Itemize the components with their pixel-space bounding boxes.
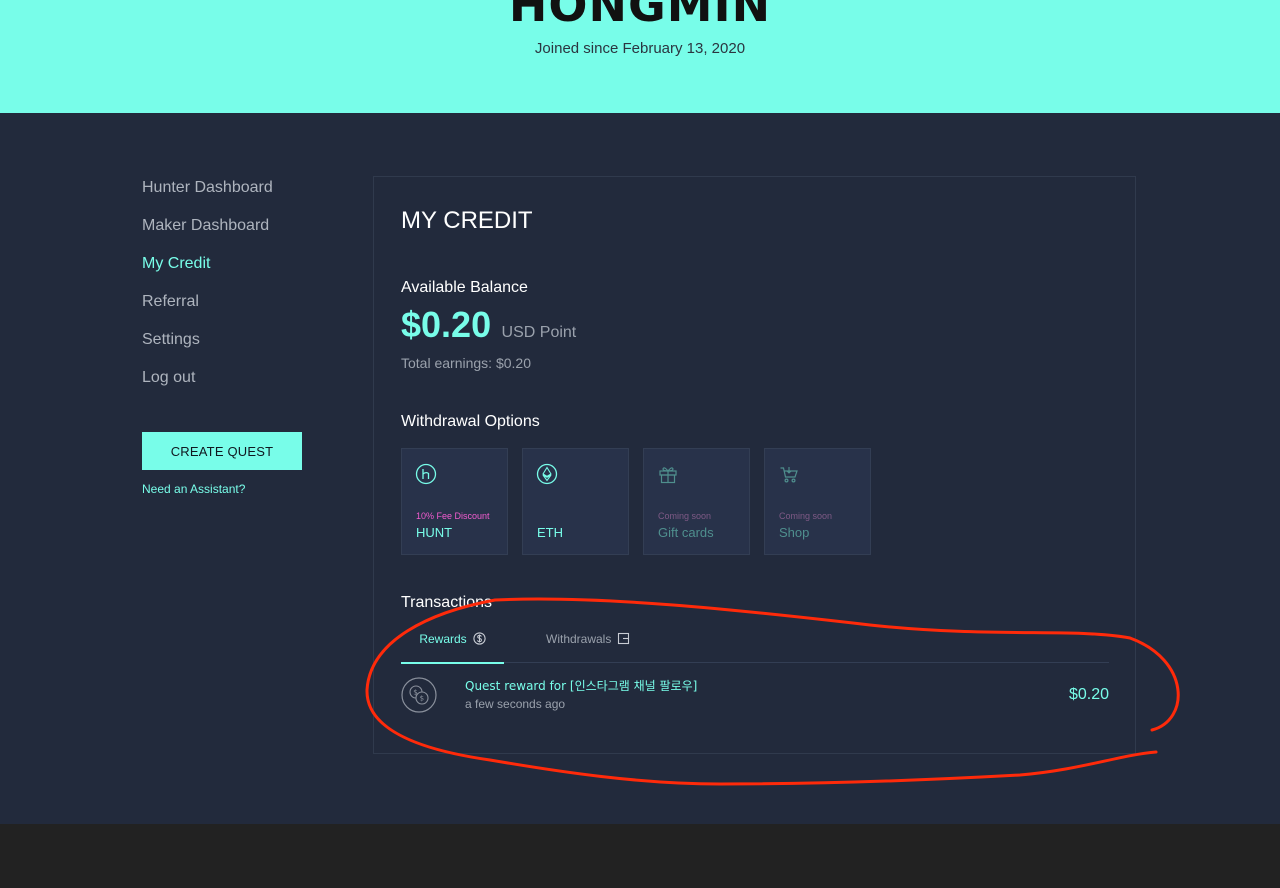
transaction-time: a few seconds ago — [465, 697, 566, 711]
create-quest-button[interactable]: CREATE QUEST — [142, 432, 302, 470]
withdrawal-options-label: Withdrawal Options — [401, 413, 540, 430]
need-assistant-link[interactable]: Need an Assistant? — [142, 482, 245, 496]
gift-cards-option-name: Gift cards — [658, 525, 714, 540]
transactions-label: Transactions — [401, 594, 492, 611]
footer — [0, 824, 1280, 888]
withdraw-option-hunt[interactable]: 10% Fee Discount HUNT — [401, 448, 508, 555]
svg-text:$: $ — [420, 695, 424, 703]
cart-icon — [780, 467, 798, 483]
transaction-tabs: Rewards Withdrawals — [401, 632, 1109, 664]
dollar-icon — [473, 632, 486, 645]
joined-date: Joined since February 13, 2020 — [534, 40, 746, 57]
available-balance-label: Available Balance — [401, 279, 528, 296]
sidebar-item-logout[interactable]: Log out — [142, 368, 273, 406]
sidebar-item-settings[interactable]: Settings — [142, 330, 273, 368]
balance-value: $0.20 — [401, 304, 492, 345]
transaction-title: Quest reward for [인스타그램 채널 팔로우] — [465, 679, 698, 693]
credit-card: MY CREDIT Available Balance $0.20 USD Po… — [373, 176, 1136, 754]
tab-rewards-label: Rewards — [419, 632, 467, 646]
balance-row: $0.20 USD Point — [401, 304, 576, 346]
tab-rewards[interactable]: Rewards — [401, 632, 504, 664]
sidebar-item-referral[interactable]: Referral — [142, 292, 273, 330]
shop-coming-soon: Coming soon — [779, 511, 833, 521]
sidebar-item-maker-dashboard[interactable]: Maker Dashboard — [142, 216, 273, 254]
page-title: MY CREDIT — [401, 207, 533, 234]
sidebar-item-my-credit[interactable]: My Credit — [142, 254, 273, 292]
transaction-amount: $0.20 — [1068, 686, 1109, 703]
total-earnings: Total earnings: $0.20 — [401, 355, 531, 371]
tab-withdrawals[interactable]: Withdrawals — [546, 632, 630, 662]
balance-unit: USD Point — [501, 324, 577, 341]
svg-text:$: $ — [413, 689, 417, 697]
withdraw-option-eth[interactable]: ETH — [522, 448, 629, 555]
hunt-icon — [415, 463, 437, 485]
coins-icon: $ $ — [401, 677, 437, 713]
gift-cards-coming-soon: Coming soon — [658, 511, 712, 521]
profile-name: HONGMIN — [508, 0, 772, 32]
tab-withdrawals-label: Withdrawals — [546, 632, 612, 646]
sidebar-item-hunter-dashboard[interactable]: Hunter Dashboard — [142, 178, 273, 216]
sidebar-nav: Hunter Dashboard Maker Dashboard My Cred… — [142, 178, 273, 406]
hunt-option-name: HUNT — [416, 525, 453, 540]
main-area: Hunter Dashboard Maker Dashboard My Cred… — [0, 113, 1280, 824]
wallet-icon — [618, 632, 630, 645]
shop-option-name: Shop — [779, 525, 810, 540]
withdraw-option-gift-cards[interactable]: Coming soon Gift cards — [643, 448, 750, 555]
profile-header: HONGMIN Joined since February 13, 2020 — [0, 0, 1280, 113]
gift-icon — [659, 467, 677, 484]
eth-icon — [536, 463, 558, 485]
hunt-discount-note: 10% Fee Discount — [416, 511, 490, 521]
eth-option-name: ETH — [537, 525, 563, 540]
withdraw-option-shop[interactable]: Coming soon Shop — [764, 448, 871, 555]
